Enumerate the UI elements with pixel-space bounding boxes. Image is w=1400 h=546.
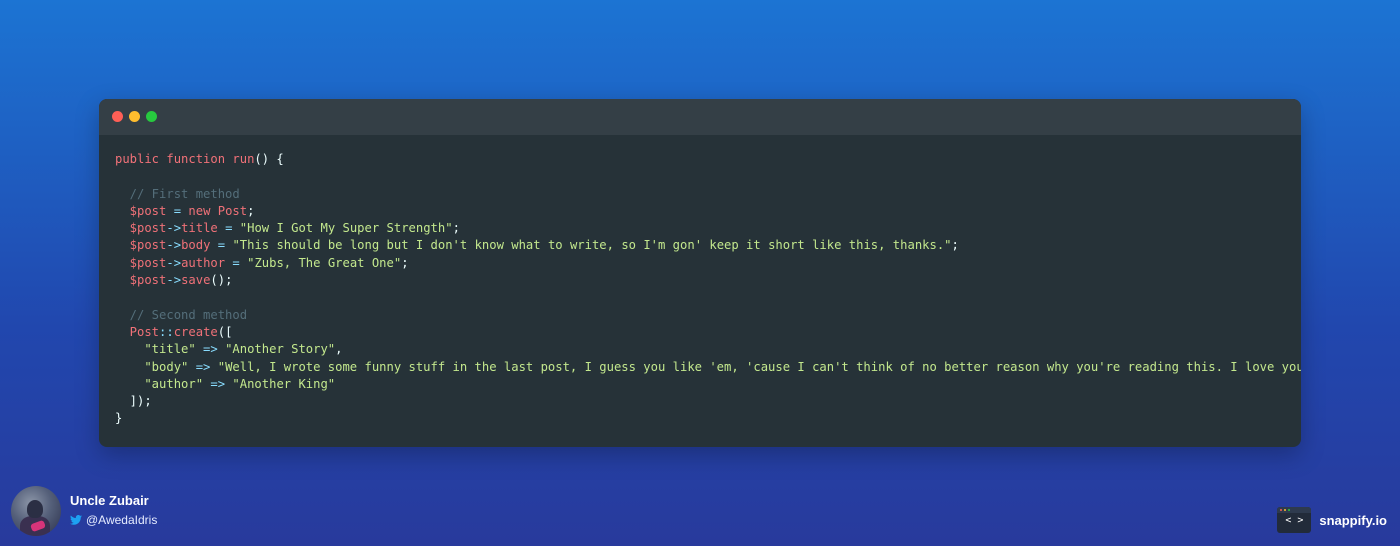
- code-line: ]);: [115, 393, 1301, 410]
- code-line: "title" => "Another Story",: [115, 341, 1301, 358]
- code-token: ->: [166, 221, 182, 236]
- logo-glyph: < >: [1285, 515, 1304, 526]
- code-token: ->: [166, 273, 182, 288]
- code-token: ->: [166, 238, 182, 253]
- author-handle-row: @AwedaIdris: [70, 513, 157, 527]
- code-token: =: [166, 203, 189, 218]
- code-token: body: [181, 238, 211, 253]
- code-token: $post: [115, 221, 167, 236]
- code-token: // Second method: [115, 307, 248, 322]
- avatar: [11, 486, 61, 536]
- author-handle: @AwedaIdris: [86, 513, 158, 527]
- code-token: Post: [217, 203, 248, 218]
- close-dot-icon: [112, 111, 123, 122]
- code-token: "Well, I wrote some funny stuff in the l…: [217, 359, 1301, 374]
- snappify-logo-icon: < >: [1277, 507, 1312, 533]
- code-line: // Second method: [115, 307, 1301, 324]
- code-line: $post->title = "How I Got My Super Stren…: [115, 220, 1301, 237]
- code-token: create: [173, 324, 218, 339]
- code-line: Post::create([: [115, 324, 1301, 341]
- twitter-bird-icon: [70, 515, 82, 525]
- code-token: ]);: [115, 394, 152, 409]
- code-token: ,: [335, 342, 343, 357]
- code-line: $post->author = "Zubs, The Great One";: [115, 255, 1301, 272]
- code-token: $post: [115, 203, 167, 218]
- code-window: public function run() { // First method …: [99, 99, 1301, 447]
- code-line: "author" => "Another King": [115, 376, 1301, 393]
- code-token: "title": [115, 342, 196, 357]
- code-line: }: [115, 410, 1301, 427]
- code-token: // First method: [115, 186, 240, 201]
- code-token: ;: [247, 203, 255, 218]
- code-token: title: [181, 221, 218, 236]
- code-token: "This should be long but I don't know wh…: [232, 238, 952, 253]
- code-line: $post->save();: [115, 272, 1301, 289]
- code-token: =: [217, 221, 240, 236]
- code-token: "Zubs, The Great One": [247, 255, 402, 270]
- code-line: // First method: [115, 186, 1301, 203]
- code-token: run: [232, 152, 255, 166]
- code-token: $post: [115, 238, 167, 253]
- code-token: "body": [115, 359, 189, 374]
- code-token: author: [181, 255, 226, 270]
- code-token: ;: [401, 255, 409, 270]
- code-token: ;: [452, 221, 460, 236]
- code-token: ();: [210, 273, 233, 288]
- code-token: "author": [115, 376, 204, 391]
- code-token: save: [181, 273, 211, 288]
- code-token: () {: [254, 152, 284, 166]
- code-token: ::: [159, 324, 174, 339]
- code-token: =: [225, 255, 248, 270]
- code-token: =: [210, 238, 233, 253]
- code-line: $post = new Post;: [115, 203, 1301, 220]
- code-token: $post: [115, 255, 167, 270]
- brand-name: snappify.io: [1319, 512, 1387, 528]
- minimize-dot-icon: [129, 111, 140, 122]
- code-token: "Another King": [232, 376, 336, 391]
- code-token: ([: [217, 324, 233, 339]
- code-token: $post: [115, 273, 167, 288]
- code-block: public function run() { // First method …: [115, 151, 1301, 428]
- maximize-dot-icon: [146, 111, 157, 122]
- code-token: "Another Story": [225, 342, 336, 357]
- author-name: Uncle Zubair: [70, 493, 149, 508]
- code-token: =>: [203, 376, 233, 391]
- brand-watermark: < > snappify.io: [1277, 507, 1387, 533]
- code-token: new: [188, 203, 218, 218]
- code-token: "How I Got My Super Strength": [239, 221, 453, 236]
- code-token: =>: [195, 342, 226, 357]
- code-token: public function: [115, 152, 233, 166]
- code-token: Post: [115, 324, 160, 339]
- code-line: $post->body = "This should be long but I…: [115, 237, 1301, 254]
- code-line: public function run() {: [115, 151, 1301, 168]
- window-titlebar: [99, 99, 1301, 135]
- code-line: "body" => "Well, I wrote some funny stuf…: [115, 359, 1301, 376]
- code-token: }: [115, 411, 123, 426]
- code-token: ;: [951, 238, 959, 253]
- code-token: =>: [188, 359, 218, 374]
- code-token: ->: [166, 255, 182, 270]
